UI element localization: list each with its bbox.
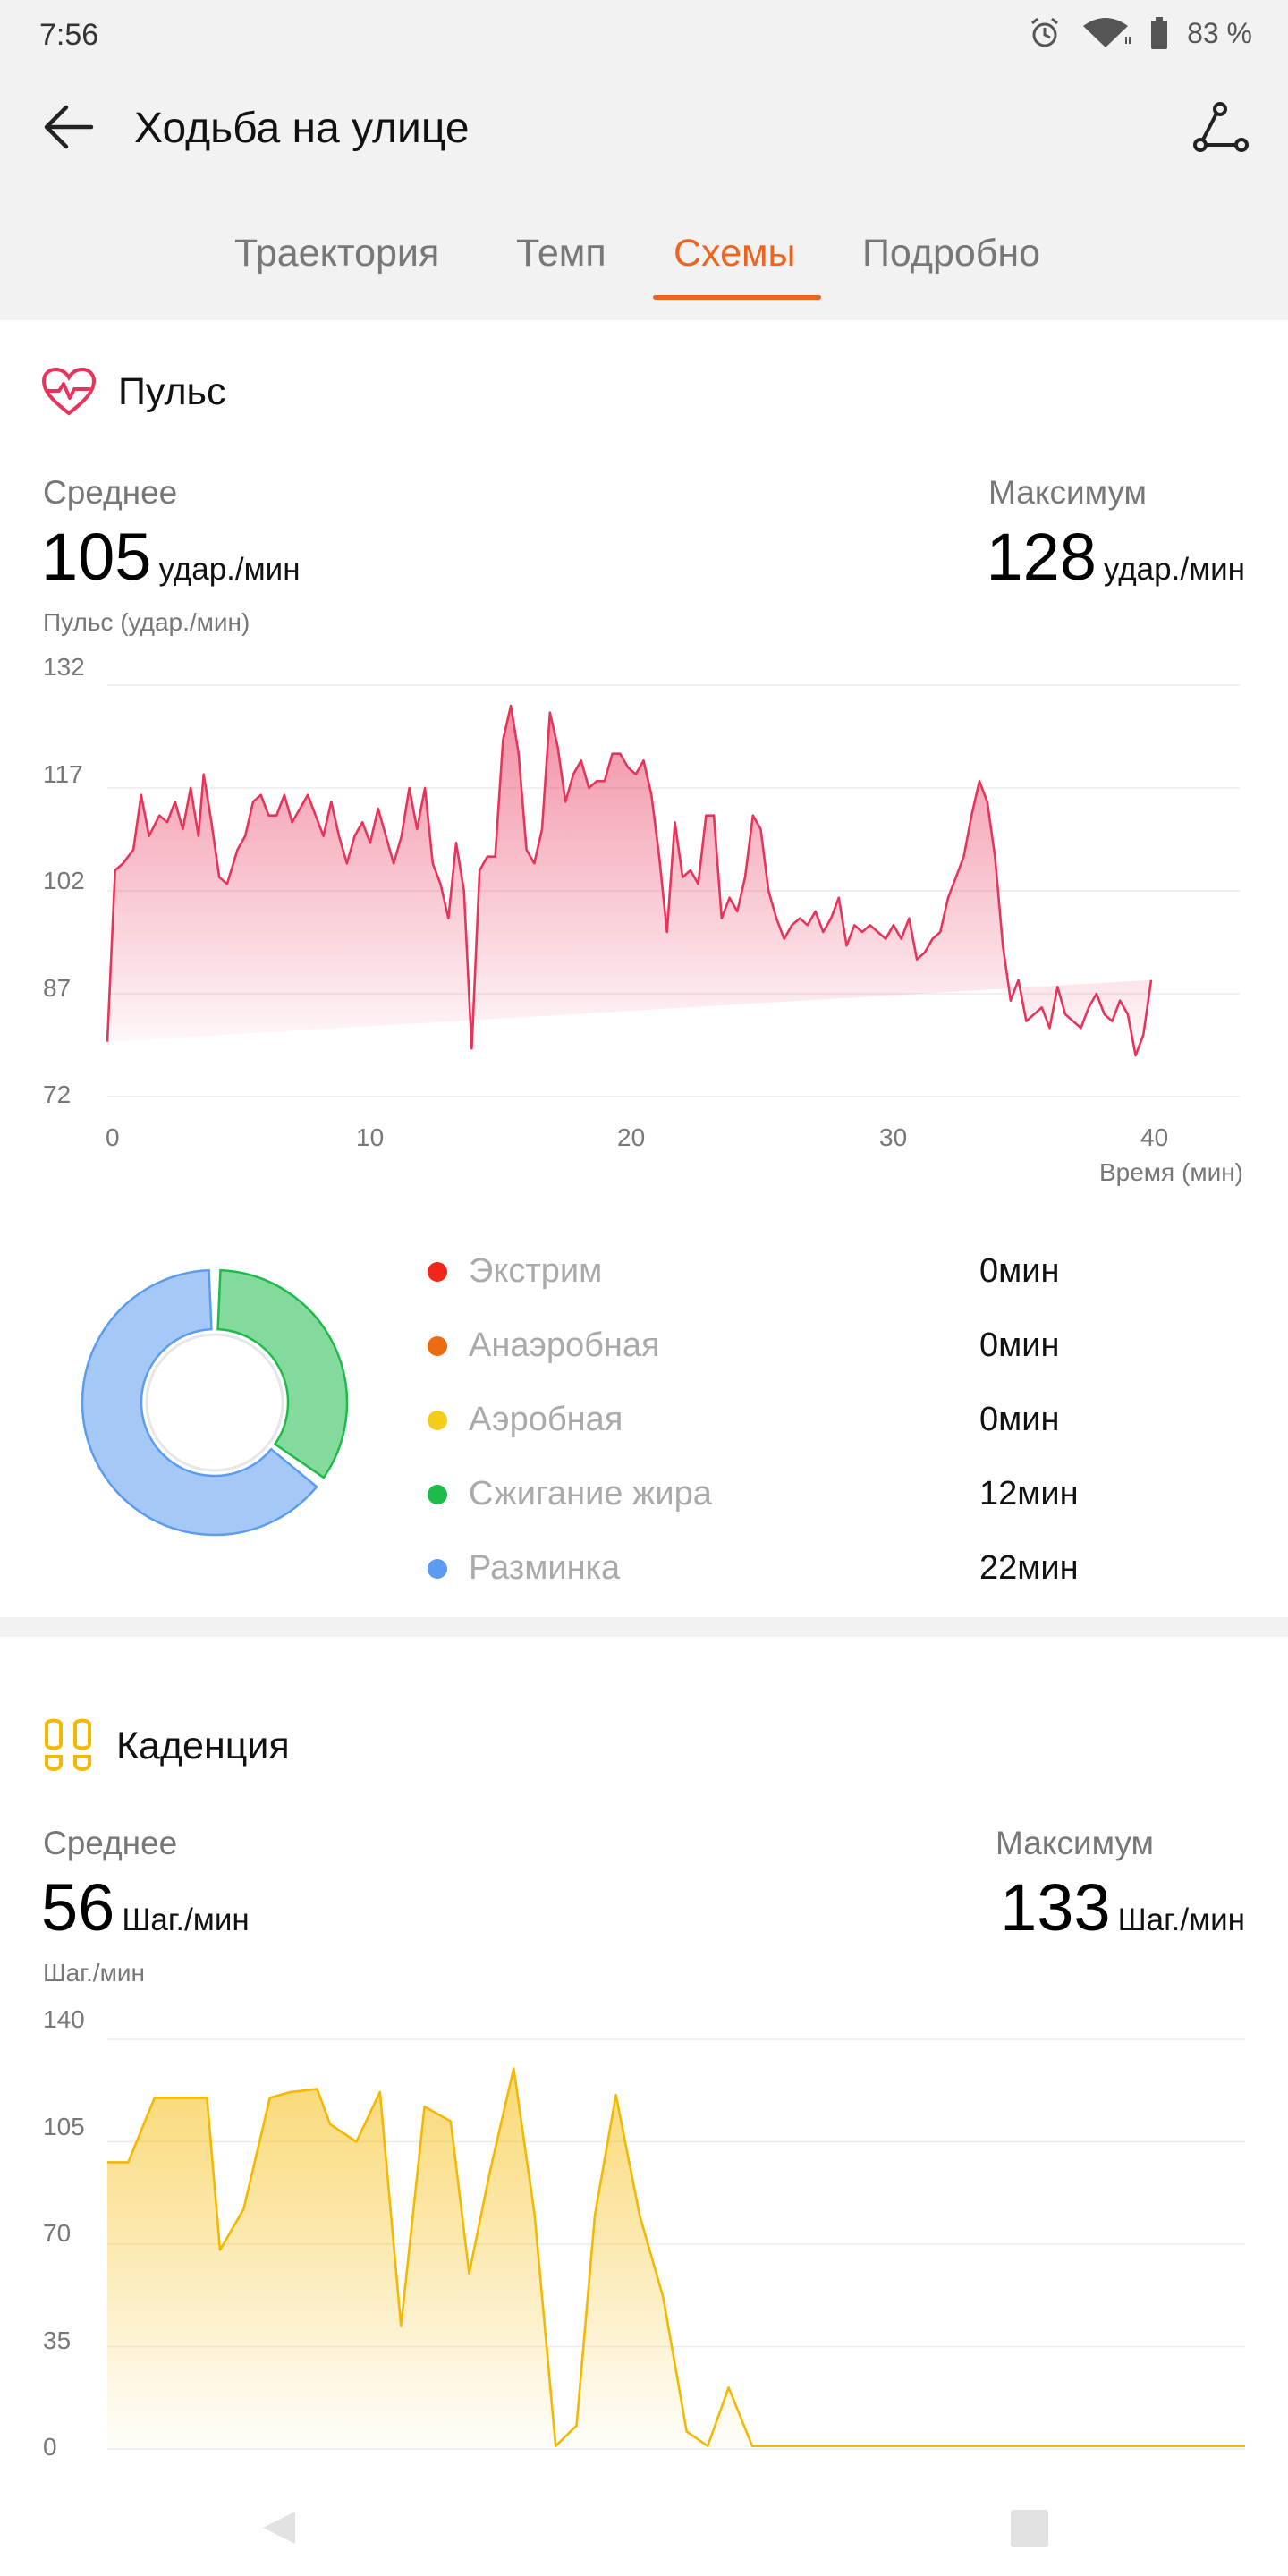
zone-dot (428, 1484, 447, 1504)
pulse-xtick: 20 (617, 1123, 646, 1151)
zone-donut-chart (80, 1268, 349, 1537)
pulse-xtick: 10 (356, 1123, 385, 1151)
nav-recents-icon[interactable] (1011, 2510, 1048, 2547)
zone-label: Сжигание жира (469, 1475, 712, 1513)
back-arrow-icon[interactable] (39, 98, 97, 156)
donut-center (145, 1333, 284, 1472)
page-title: Ходьба на улице (134, 105, 470, 152)
pulse-xtick: 0 (106, 1123, 120, 1151)
nav-back-icon[interactable] (259, 2508, 299, 2547)
system-nav-bar (0, 2478, 1288, 2576)
zone-value: 0мин (979, 1326, 1060, 1364)
pulse-area-fill (107, 706, 1151, 1055)
pulse-chart (106, 684, 1240, 1097)
zone-value: 12мин (979, 1475, 1079, 1513)
zone-label: Экстрим (469, 1252, 603, 1290)
zone-extreme: Экстрим (428, 1252, 602, 1291)
battery-icon (1151, 17, 1168, 49)
battery-percent: 83 % (1187, 16, 1252, 49)
zone-value: 0мин (979, 1252, 1060, 1290)
alarm-icon (1031, 17, 1059, 47)
wifi-icon (1083, 18, 1131, 47)
zone-value: 22мин (979, 1549, 1079, 1587)
tab-trajectory[interactable]: Траектория (234, 232, 439, 275)
zone-label: Анаэробная (469, 1326, 660, 1364)
zone-label: Аэробная (469, 1401, 623, 1438)
tab-pace[interactable]: Темп (516, 232, 606, 275)
cadence-area-fill (107, 2068, 1245, 2449)
zone-anaerobic: Анаэробная (428, 1326, 660, 1365)
tab-bar: Траектория Темп Схемы Подробно (0, 210, 1288, 300)
active-tab-indicator (653, 295, 821, 300)
tab-charts[interactable]: Схемы (674, 232, 795, 275)
tab-details[interactable]: Подробно (862, 232, 1040, 275)
zone-label: Разминка (469, 1549, 621, 1587)
cadence-chart (107, 2038, 1245, 2450)
pulse-x-label: Время (мин) (1098, 1158, 1243, 1186)
pulse-xtick: 30 (879, 1123, 908, 1151)
status-bar: 7:56 83 % (0, 0, 1288, 72)
cadence-card: Каденция Среднее 56 Шаг./мин Максимум 13… (0, 1637, 1288, 2576)
status-time: 7:56 (39, 18, 99, 52)
zone-fat-burn: Сжигание жира (428, 1475, 712, 1513)
app-bar: Ходьба на улице (0, 72, 1288, 188)
zone-dot (428, 1558, 447, 1579)
route-icon[interactable] (1190, 97, 1252, 159)
zone-value: 0мин (979, 1401, 1060, 1438)
zone-warmup: Разминка (428, 1549, 620, 1588)
zone-dot (428, 1261, 447, 1282)
pulse-card: Пульс Среднее 105 удар./мин Максимум 128… (0, 320, 1288, 1617)
status-icons: 83 % (1028, 16, 1252, 50)
zone-aerobic: Аэробная (428, 1401, 623, 1439)
zone-dot (428, 1335, 447, 1356)
pulse-xtick: 40 (1140, 1123, 1169, 1151)
zone-dot (428, 1410, 447, 1430)
